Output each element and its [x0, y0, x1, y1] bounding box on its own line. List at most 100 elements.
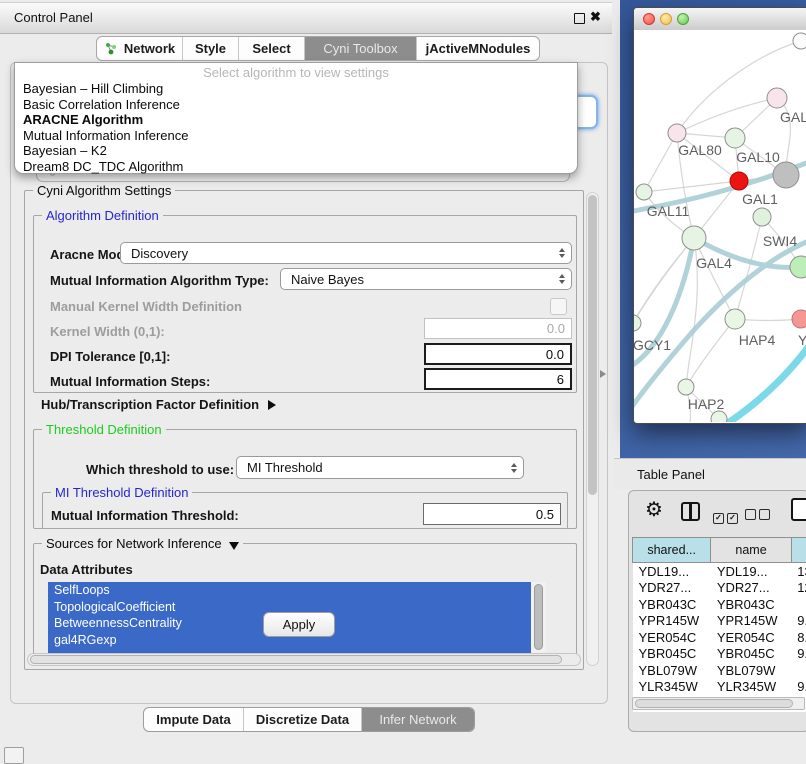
- column-header-partial[interactable]: A: [791, 538, 806, 563]
- kernel-width-field[interactable]: 0.0: [424, 318, 572, 339]
- dpi-tolerance-field[interactable]: 0.0: [424, 343, 572, 365]
- tab-cyni-toolbox[interactable]: Cyni Toolbox: [305, 37, 417, 60]
- table-hscrollbar[interactable]: [632, 697, 805, 710]
- tab-impute-data[interactable]: Impute Data: [144, 708, 244, 731]
- scrollbar-thumb[interactable]: [534, 584, 543, 650]
- node-pink-upper[interactable]: [767, 88, 787, 108]
- table-row[interactable]: YLR345WYLR345W9.: [633, 679, 806, 696]
- cell[interactable]: YBR045C: [633, 646, 711, 663]
- aracne-mode-combo[interactable]: Discovery: [120, 242, 572, 264]
- cell[interactable]: [791, 596, 806, 613]
- settings-vscrollbar[interactable]: [586, 192, 599, 666]
- cell[interactable]: YLR345W: [633, 679, 711, 696]
- float-window-icon[interactable]: [574, 13, 585, 24]
- cell[interactable]: 13: [791, 563, 806, 580]
- table-row[interactable]: YPR145WYPR145W9.: [633, 613, 806, 630]
- cell[interactable]: 9.: [791, 679, 806, 696]
- mi-threshold-field[interactable]: 0.5: [423, 503, 561, 525]
- cell[interactable]: YBR045C: [711, 646, 791, 663]
- document-icon[interactable]: [791, 498, 806, 521]
- column-header-shared[interactable]: shared...: [633, 538, 711, 563]
- node-gal80[interactable]: [668, 124, 686, 142]
- node-partial-bottom[interactable]: [711, 411, 727, 422]
- close-traffic-light[interactable]: [643, 13, 655, 25]
- network-view-window[interactable]: GAL GAL80 GAL10 GAL1 GAL11 SWI4 GAL4 GCY…: [633, 7, 806, 424]
- hub-definition-expander[interactable]: Hub/Transcription Factor Definition: [41, 397, 276, 412]
- network-window-titlebar[interactable]: [634, 8, 806, 31]
- manual-kernel-checkbox[interactable]: [550, 298, 567, 315]
- node-hap2[interactable]: [678, 379, 694, 395]
- table-row[interactable]: YER054CYER054C8.: [633, 629, 806, 646]
- node-swi4-small[interactable]: [753, 208, 771, 226]
- table-row[interactable]: YDR27...YDR27...12: [633, 580, 806, 597]
- cell[interactable]: YDR27...: [633, 580, 711, 597]
- dropdown-placeholder: Select algorithm to view settings: [15, 65, 577, 81]
- cell[interactable]: 9.: [791, 613, 806, 630]
- scrollbar-thumb[interactable]: [588, 195, 597, 495]
- dropdown-item[interactable]: Dream8 DC_TDC Algorithm: [15, 159, 577, 175]
- tab-discretize-data[interactable]: Discretize Data: [244, 708, 362, 731]
- node-hap4[interactable]: [725, 309, 745, 329]
- expander-down-icon[interactable]: [229, 542, 239, 550]
- table-row[interactable]: YBR043CYBR043C: [633, 596, 806, 613]
- cell[interactable]: YBR043C: [711, 596, 791, 613]
- zoom-traffic-light[interactable]: [677, 13, 689, 25]
- node-salmon[interactable]: [792, 310, 806, 328]
- scrollbar-thumb[interactable]: [635, 699, 793, 708]
- node-partial-top[interactable]: [793, 33, 806, 49]
- tab-jactivemnodules[interactable]: jActiveMNodules: [417, 37, 539, 60]
- node-gray[interactable]: [773, 162, 799, 188]
- table-row[interactable]: YBR045CYBR045C9.: [633, 646, 806, 663]
- mi-type-combo[interactable]: Naive Bayes: [280, 268, 572, 290]
- attribute-item[interactable]: SelfLoops: [48, 582, 531, 599]
- cell[interactable]: YDR27...: [711, 580, 791, 597]
- mi-steps-field[interactable]: 6: [424, 368, 572, 390]
- cell[interactable]: [791, 662, 806, 679]
- network-canvas[interactable]: GAL GAL80 GAL10 GAL1 GAL11 SWI4 GAL4 GCY…: [634, 30, 806, 422]
- dropdown-item-selected[interactable]: ARACNE Algorithm: [15, 112, 577, 128]
- dropdown-item[interactable]: Basic Correlation Inference: [15, 97, 577, 113]
- cell[interactable]: YLR345W: [711, 679, 791, 696]
- which-threshold-combo[interactable]: MI Threshold: [236, 456, 524, 479]
- dropdown-item[interactable]: Mutual Information Inference: [15, 128, 577, 144]
- apply-button[interactable]: Apply: [263, 612, 335, 637]
- cell[interactable]: YBR043C: [633, 596, 711, 613]
- tab-network[interactable]: Network: [97, 37, 183, 60]
- cell[interactable]: 8.: [791, 629, 806, 646]
- panel-divider-handle[interactable]: [600, 370, 606, 378]
- cell[interactable]: YPR145W: [711, 613, 791, 630]
- node-gal11[interactable]: [636, 184, 652, 200]
- gear-icon[interactable]: ⚙: [645, 497, 663, 522]
- scrollbar-thumb[interactable]: [30, 655, 562, 664]
- table-row[interactable]: YBL079WYBL079W: [633, 662, 806, 679]
- corner-widget-icon[interactable]: [4, 747, 24, 764]
- cell[interactable]: YBL079W: [633, 662, 711, 679]
- attribute-list-scrollbar[interactable]: [531, 582, 546, 656]
- tab-infer-network[interactable]: Infer Network: [362, 708, 474, 731]
- table-row[interactable]: YDL19...YDL19...13: [633, 563, 806, 580]
- cell[interactable]: YPR145W: [633, 613, 711, 630]
- cell[interactable]: 12: [791, 580, 806, 597]
- minimize-traffic-light[interactable]: [660, 13, 672, 25]
- select-all-checkboxes-icon[interactable]: ✓✓: [713, 507, 741, 525]
- tab-style[interactable]: Style: [183, 37, 239, 60]
- node-big-green[interactable]: [790, 256, 806, 278]
- cell[interactable]: YER054C: [633, 629, 711, 646]
- settings-hscrollbar[interactable]: [27, 653, 581, 666]
- cell[interactable]: 9.: [791, 646, 806, 663]
- node-gal10[interactable]: [725, 128, 745, 148]
- node-gcy1[interactable]: [634, 315, 641, 331]
- dropdown-item[interactable]: Bayesian – K2: [15, 143, 577, 159]
- dropdown-item[interactable]: Bayesian – Hill Climbing: [15, 81, 577, 97]
- cell[interactable]: YBL079W: [711, 662, 791, 679]
- columns-icon[interactable]: [681, 502, 700, 521]
- close-icon[interactable]: ✖: [590, 9, 601, 25]
- tab-select[interactable]: Select: [239, 37, 305, 60]
- deselect-all-checkboxes-icon[interactable]: [745, 507, 773, 525]
- cell[interactable]: YER054C: [711, 629, 791, 646]
- cell[interactable]: YDL19...: [711, 563, 791, 580]
- cell[interactable]: YDL19...: [633, 563, 711, 580]
- column-header-name[interactable]: name: [711, 538, 791, 563]
- node-gal1-selected[interactable]: [730, 172, 748, 190]
- node-gal4[interactable]: [682, 226, 706, 250]
